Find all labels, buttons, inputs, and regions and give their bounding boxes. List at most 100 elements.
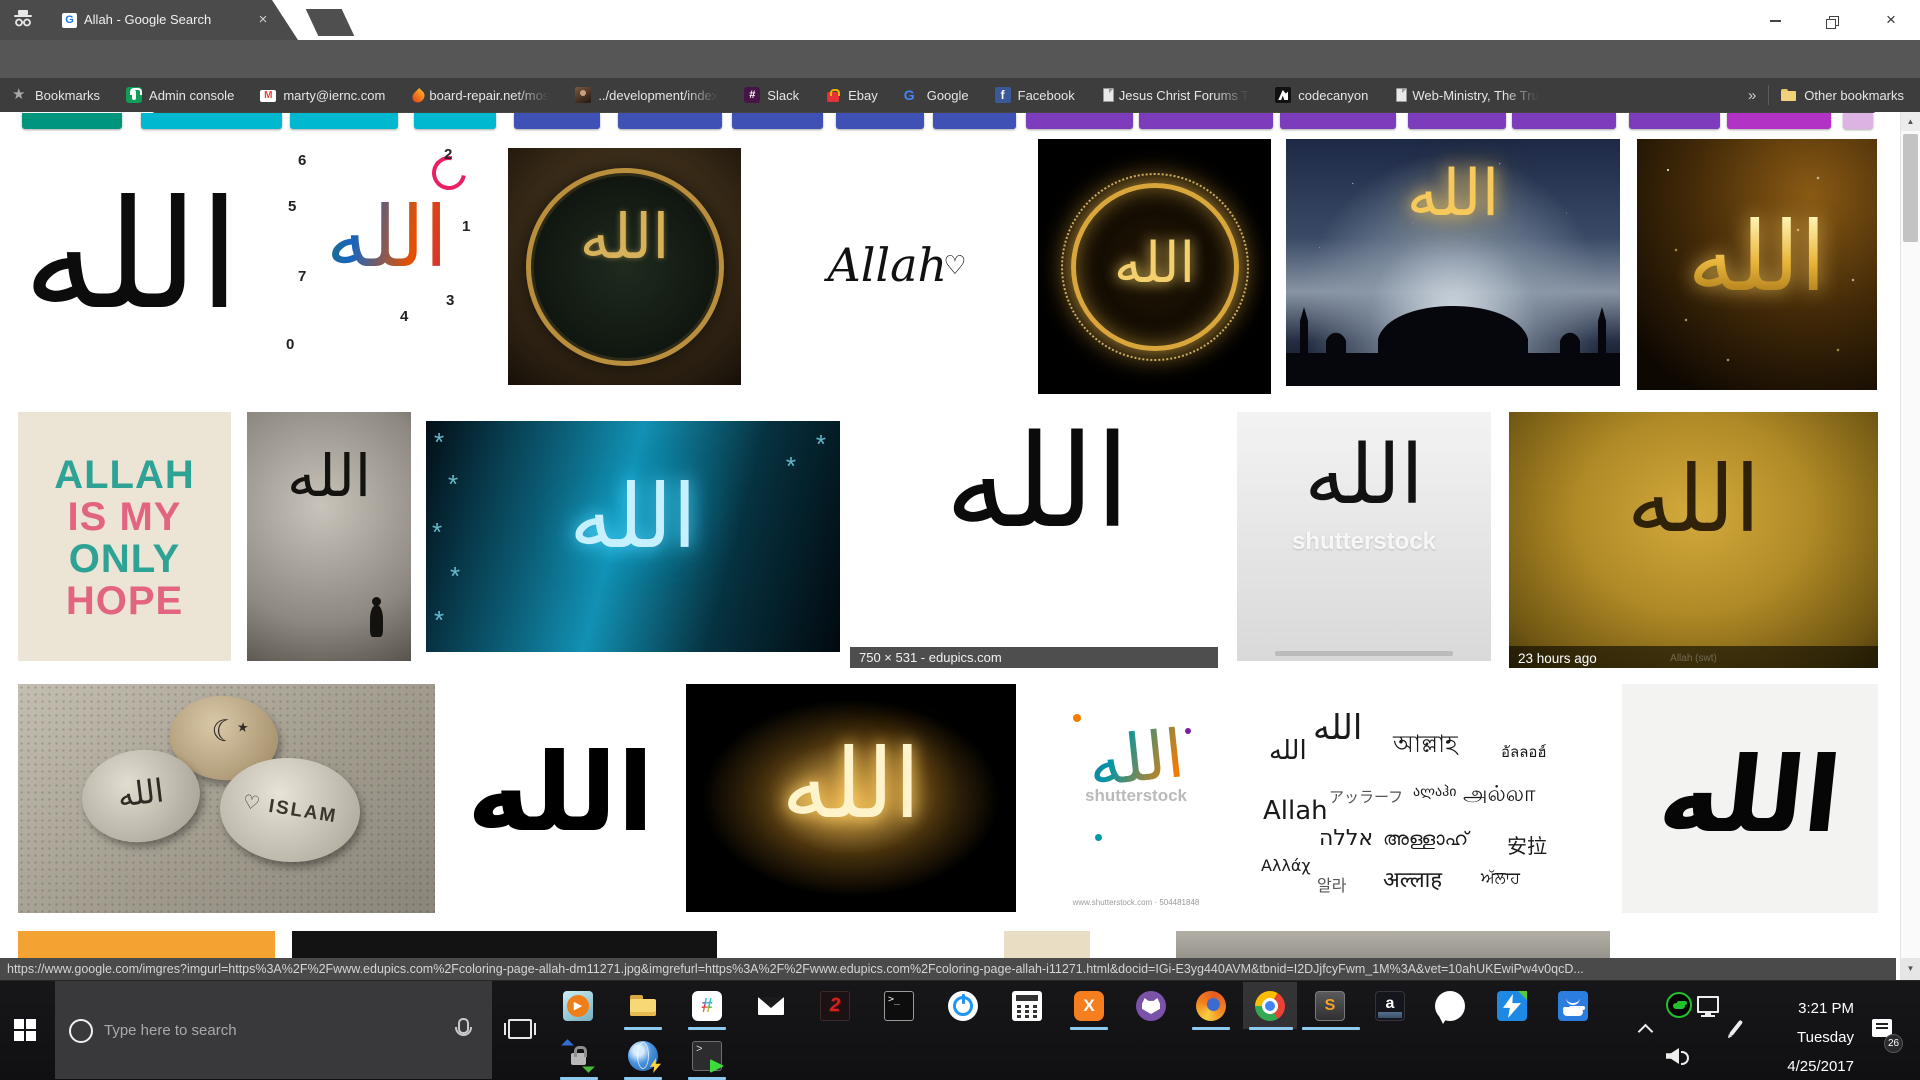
- start-button[interactable]: [14, 1019, 40, 1045]
- color-filter-chip[interactable]: [618, 113, 722, 129]
- bookmark-codecanyon[interactable]: codecanyon: [1275, 87, 1368, 103]
- tab-close-icon[interactable]: ×: [253, 10, 273, 30]
- image-result-wall-calligraphy[interactable]: الله: [247, 412, 411, 661]
- sync-lock-icon[interactable]: [563, 1041, 593, 1071]
- partial-image-row[interactable]: [1176, 931, 1610, 958]
- command-prompt-icon[interactable]: [884, 991, 914, 1021]
- color-filter-chip[interactable]: [1843, 113, 1873, 129]
- window-minimize-button[interactable]: [1752, 7, 1798, 33]
- image-result-allah-is-my-only-hope[interactable]: ALLAH IS MY ONLY HOPE: [18, 412, 231, 661]
- scroll-up-arrow[interactable]: ▲: [1901, 112, 1920, 131]
- color-filter-chip[interactable]: [514, 113, 600, 129]
- tray-speaker-icon[interactable]: [1666, 1048, 1679, 1064]
- bookmark-development[interactable]: ../development/index: [575, 87, 718, 103]
- image-result-brush-calligraphy[interactable]: الله: [453, 684, 668, 913]
- bookmark-jesus-christ-forums[interactable]: Jesus Christ Forums T: [1101, 88, 1250, 103]
- color-filter-chip[interactable]: [1727, 113, 1831, 129]
- chrome-icon[interactable]: [1255, 991, 1285, 1021]
- sparkles: [1667, 169, 1669, 171]
- image-result-allah-languages[interactable]: الله الله আল্লাহ อัลลอฮ์ アッラーフ ალაჰი அல்…: [1255, 684, 1605, 913]
- aimp-icon[interactable]: a: [1375, 991, 1405, 1021]
- image-result-shutterstock-gray[interactable]: الله shutterstock: [1237, 412, 1491, 661]
- color-filter-chip[interactable]: [732, 113, 823, 129]
- running-indicator: [1302, 1027, 1360, 1030]
- admin-console-icon: [126, 87, 142, 103]
- credit-blur: [1275, 651, 1453, 656]
- github-icon[interactable]: [1136, 991, 1166, 1021]
- scrollbar[interactable]: ▲ ▼: [1900, 112, 1920, 980]
- running-indicator: [624, 1027, 662, 1030]
- color-filter-chip[interactable]: [1408, 113, 1506, 129]
- taskbar-clock[interactable]: 3:21 PM Tuesday 4/25/2017: [1744, 994, 1854, 1080]
- scrollbar-thumb[interactable]: [1903, 134, 1918, 242]
- image-result-radiant-glow[interactable]: الله: [686, 684, 1016, 912]
- image-result-bold-calligraphy[interactable]: الله: [1622, 684, 1878, 913]
- image-result-islam-pebbles[interactable]: ☾ ★ الله ♡ ISLAM: [18, 684, 435, 913]
- amazon-drive-icon[interactable]: [1558, 991, 1588, 1021]
- partial-image-row[interactable]: [292, 931, 717, 958]
- other-bookmarks-folder[interactable]: Other bookmarks: [1781, 87, 1904, 103]
- image-result-cursive-allah[interactable]: Allah ♡: [759, 137, 1035, 393]
- bookmark-bookmarks[interactable]: ★Bookmarks: [12, 87, 100, 103]
- bookmark-facebook[interactable]: fFacebook: [995, 87, 1075, 103]
- image-result-golden-3d[interactable]: الله: [1637, 139, 1877, 390]
- new-tab-button[interactable]: [306, 9, 355, 36]
- microphone-icon[interactable]: [458, 1018, 469, 1034]
- color-filter-chip[interactable]: [836, 113, 924, 129]
- age-overlay: Allah (swt) 23 hours ago: [1509, 646, 1878, 668]
- spyhunter-icon[interactable]: [820, 991, 850, 1021]
- scroll-down-arrow[interactable]: ▼: [1901, 958, 1920, 980]
- bookmark-gmail[interactable]: marty@iernc.com: [260, 88, 385, 103]
- terminal-run-icon[interactable]: [692, 1041, 722, 1071]
- bookmark-web-ministry[interactable]: Web-Ministry, The Tru: [1394, 88, 1538, 103]
- color-filter-chip[interactable]: [141, 113, 282, 129]
- color-filter-chip[interactable]: [1629, 113, 1720, 129]
- page-icon: [1103, 88, 1114, 102]
- image-result-medallion[interactable]: الله: [508, 148, 741, 385]
- color-filter-chip[interactable]: [1026, 113, 1133, 129]
- shutterstock-credit: www.shutterstock.com · 504481848: [1035, 898, 1237, 907]
- lightning-app-icon[interactable]: [1497, 991, 1527, 1021]
- image-result-edupics-coloring[interactable]: الله: [857, 412, 1218, 668]
- image-result-blue-glow[interactable]: * * * * * * * الله: [426, 421, 840, 652]
- bookmark-slack[interactable]: #Slack: [744, 87, 799, 103]
- image-result-gold-glitter-circle[interactable]: الله: [1038, 139, 1271, 394]
- power-ring-icon[interactable]: [948, 991, 978, 1021]
- color-filter-chip[interactable]: [1512, 113, 1616, 129]
- globe-browser-icon[interactable]: [628, 1041, 658, 1071]
- facebook-icon: f: [995, 87, 1011, 103]
- xampp-icon[interactable]: X: [1074, 991, 1104, 1021]
- task-view-button[interactable]: [508, 1019, 532, 1039]
- window-close-button[interactable]: ×: [1868, 7, 1914, 33]
- mail-icon[interactable]: [756, 991, 786, 1021]
- image-result-gold-canvas[interactable]: الله Allah (swt) 23 hours ago: [1509, 412, 1878, 668]
- color-filter-chip[interactable]: [414, 113, 496, 129]
- partial-image-row[interactable]: [1004, 931, 1090, 958]
- image-result-coloring-page[interactable]: الله 6 2 5 7 1 3 4 0: [282, 140, 492, 390]
- image-result-mosque-night[interactable]: الله: [1286, 139, 1620, 386]
- bookmark-ebay[interactable]: Ebay: [825, 87, 878, 103]
- bookmark-board-repair[interactable]: board-repair.net/mos: [411, 88, 549, 103]
- bookmark-admin-console[interactable]: Admin console: [126, 87, 234, 103]
- bookmarks-overflow-chevron[interactable]: »: [1748, 87, 1756, 104]
- color-filter-chip[interactable]: [933, 113, 1016, 129]
- tray-network-icon[interactable]: [1697, 996, 1719, 1013]
- color-filter-chip[interactable]: [290, 113, 398, 129]
- chat-bubble-icon[interactable]: [1435, 991, 1465, 1021]
- color-filter-chip[interactable]: [1139, 113, 1273, 129]
- tray-cloud-icon[interactable]: [1666, 992, 1692, 1018]
- bookmark-google[interactable]: GGoogle: [904, 87, 969, 103]
- calculator-icon[interactable]: [1012, 991, 1042, 1021]
- tab-title: Allah - Google Search: [84, 12, 211, 27]
- powerdvd-icon[interactable]: [563, 991, 593, 1021]
- sublime-text-icon[interactable]: S: [1315, 991, 1345, 1021]
- color-filter-chip[interactable]: [1280, 113, 1396, 129]
- firefox-icon[interactable]: [1196, 991, 1226, 1021]
- partial-image-row[interactable]: [18, 931, 275, 958]
- window-restore-button[interactable]: [1810, 7, 1856, 33]
- color-filter-chip[interactable]: [22, 113, 122, 129]
- file-explorer-icon[interactable]: [628, 991, 658, 1021]
- image-result-colorful-art[interactable]: الله shutterstock www.shutterstock.com ·…: [1035, 684, 1237, 913]
- slack-icon[interactable]: [692, 991, 722, 1021]
- image-result-black-calligraphy[interactable]: الله: [0, 137, 263, 393]
